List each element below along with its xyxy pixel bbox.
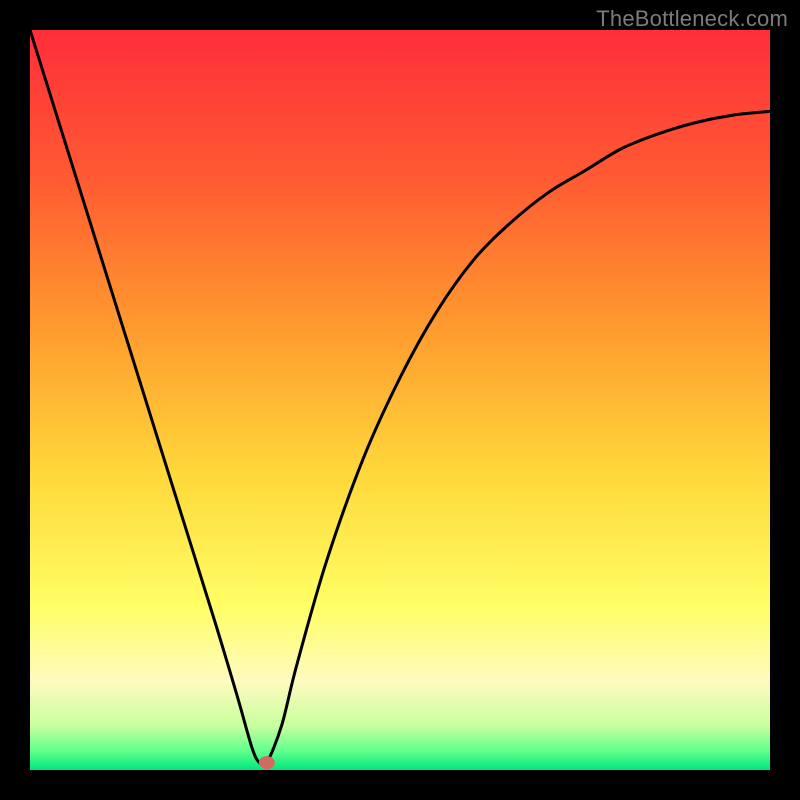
optimal-point-marker — [259, 756, 275, 769]
chart-svg — [30, 30, 770, 770]
plot-region — [30, 30, 770, 770]
gradient-background — [30, 30, 770, 770]
chart-frame: TheBottleneck.com — [0, 0, 800, 800]
watermark-text: TheBottleneck.com — [596, 6, 788, 32]
